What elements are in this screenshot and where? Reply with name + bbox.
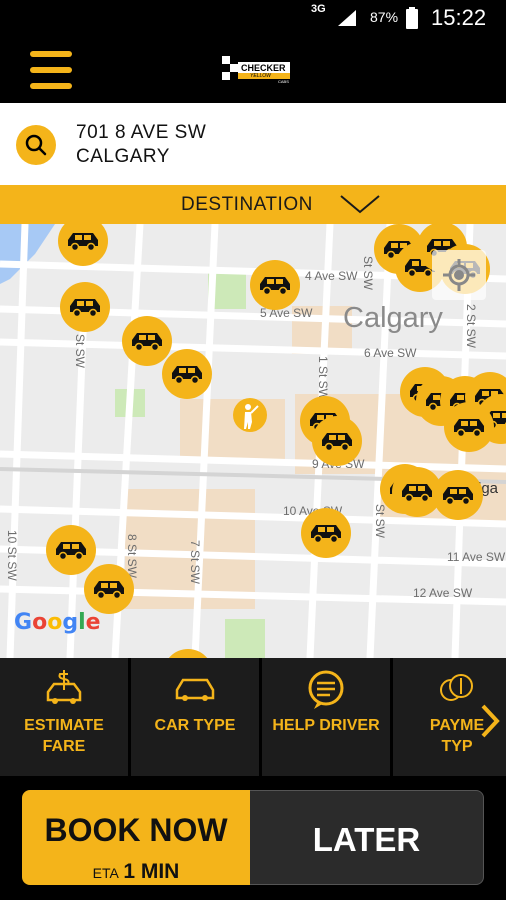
status-bar: 3G 87% 15:22: [0, 0, 506, 36]
menu-icon-bar: [30, 83, 72, 89]
taxi-icon: [70, 299, 100, 318]
book-now-label: BOOK NOW: [44, 812, 228, 848]
action-label: CAR TYPE: [154, 717, 236, 734]
street-label: 7 St SW: [188, 540, 202, 585]
action-label: TYP: [441, 738, 473, 755]
street-label: St SW: [361, 256, 375, 291]
destination-label: DESTINATION: [181, 194, 313, 215]
taxi-marker[interactable]: [60, 282, 110, 332]
taxi-icon: [94, 581, 124, 600]
battery-icon: [406, 7, 418, 34]
action-label: HELP DRIVER: [272, 717, 380, 734]
street-label: 12 Ave SW: [413, 586, 473, 600]
battery-percent: 87%: [370, 9, 399, 25]
action-bar: ESTIMATE FARE CAR TYPE HELP DRIVER PAYME…: [0, 658, 506, 778]
search-button[interactable]: [16, 125, 56, 165]
attribution-letter: e: [85, 610, 101, 635]
attribution-letter: o: [32, 610, 48, 635]
menu-icon-bar: [30, 67, 72, 73]
address-line-1: 701 8 AVE SW: [76, 122, 207, 143]
logo-text: CHECKER: [241, 63, 286, 73]
attribution-letter: G: [14, 610, 33, 635]
taxi-icon: [443, 487, 473, 506]
street-label: St SW: [373, 504, 387, 539]
street-label: 11 Ave SW: [447, 550, 506, 564]
destination-toggle[interactable]: DESTINATION: [0, 185, 506, 224]
taxi-marker[interactable]: [312, 416, 362, 466]
taxi-icon: [311, 525, 341, 544]
logo-subtext: YELLOW: [250, 73, 271, 79]
street-label: 2 St SW: [464, 304, 478, 349]
person-waving-icon: [244, 404, 259, 429]
taxi-marker[interactable]: [46, 525, 96, 575]
estimate-fare-button[interactable]: ESTIMATE FARE: [0, 658, 128, 776]
app-header: CHECKER YELLOW CABS: [0, 36, 506, 103]
booking-bar: BOOK NOW ETA 1 MIN LATER: [0, 778, 506, 900]
locate-me-button[interactable]: [432, 250, 486, 300]
taxi-marker[interactable]: [301, 508, 351, 558]
menu-button[interactable]: [30, 51, 72, 89]
taxi-icon: [56, 542, 86, 561]
crosshair-icon: [443, 259, 475, 291]
book-now-button[interactable]: BOOK NOW ETA 1 MIN: [22, 790, 250, 885]
taxi-icon: [172, 366, 202, 385]
taxi-icon: [322, 433, 352, 452]
attribution-letter: o: [47, 610, 63, 635]
street-label: 6 Ave SW: [364, 346, 417, 360]
search-icon: [25, 134, 47, 156]
pickup-person-marker: [233, 398, 267, 432]
taxi-icon: [68, 233, 98, 252]
taxi-marker[interactable]: [162, 349, 212, 399]
clock: 15:22: [431, 5, 487, 30]
taxi-marker[interactable]: [433, 470, 483, 520]
taxi-marker[interactable]: [250, 260, 300, 310]
taxi-icon: [132, 333, 162, 352]
chevron-right-icon: [481, 704, 500, 738]
logo-tiny-text: CABS: [278, 79, 289, 84]
street-label: 10 St SW: [5, 530, 19, 581]
next-actions-button[interactable]: [478, 703, 502, 739]
taxi-marker[interactable]: [122, 316, 172, 366]
google-attribution: Google: [14, 610, 101, 635]
signal-icon: [336, 8, 358, 33]
street-label: 1 St SW: [316, 356, 330, 401]
chevron-down-icon: [340, 195, 380, 214]
action-label: ESTIMATE: [24, 717, 104, 734]
map-city-label: Calgary: [343, 302, 443, 334]
coins-icon: [440, 674, 473, 701]
map-view[interactable]: Calgary 4 Ave SW 5 Ave SW 6 Ave SW 9 Ave…: [0, 224, 506, 658]
taxi-marker[interactable]: [84, 564, 134, 614]
taxi-icon: [454, 419, 484, 438]
chat-bubble-icon: [308, 670, 344, 709]
car-outline-icon: [175, 678, 215, 701]
action-label: FARE: [42, 738, 86, 755]
attribution-letter: l: [78, 610, 86, 635]
pickup-address-bar[interactable]: 701 8 AVE SW CALGARY: [0, 103, 506, 185]
eta-label: ETA: [92, 865, 119, 881]
car-type-button[interactable]: CAR TYPE: [131, 658, 259, 776]
later-button[interactable]: LATER: [250, 790, 484, 885]
attribution-letter: g: [62, 610, 79, 635]
help-driver-button[interactable]: HELP DRIVER: [262, 658, 390, 776]
taxi-icon: [260, 277, 290, 296]
car-dollar-icon: [46, 670, 82, 704]
network-indicator: 3G: [311, 3, 326, 15]
action-label: PAYME: [429, 717, 485, 734]
eta-value: 1 MIN: [123, 860, 180, 883]
street-label: 4 Ave SW: [305, 269, 358, 283]
taxi-marker[interactable]: [444, 402, 494, 452]
address-line-2: CALGARY: [76, 146, 170, 167]
later-label: LATER: [312, 821, 421, 858]
checker-logo: CHECKER YELLOW CABS: [222, 54, 292, 86]
menu-icon: [30, 51, 72, 57]
taxi-icon: [402, 484, 432, 503]
